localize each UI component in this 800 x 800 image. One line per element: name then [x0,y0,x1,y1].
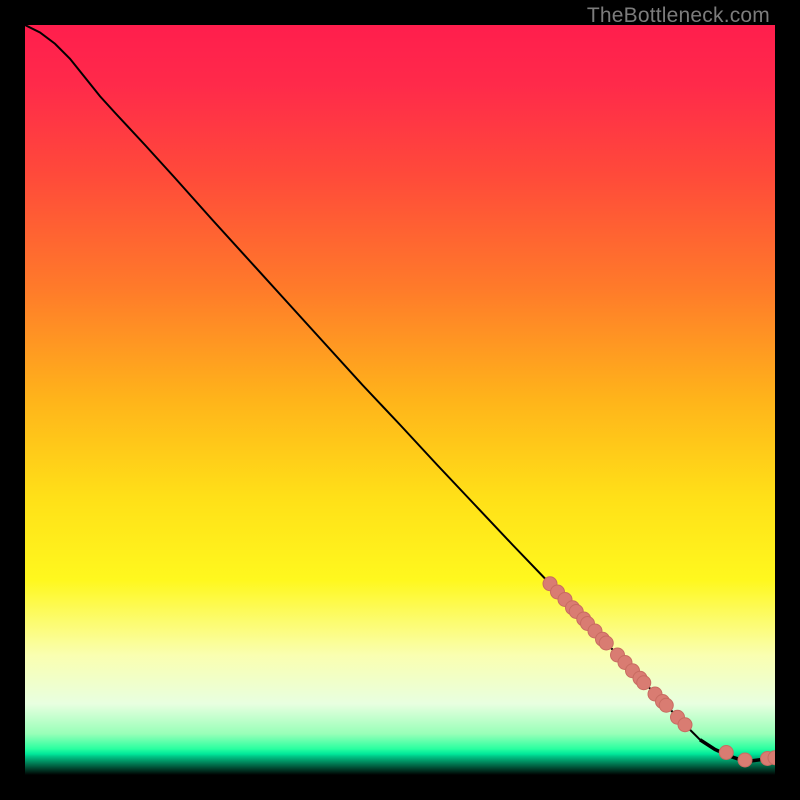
curve-marker [637,676,651,690]
chart-frame [25,25,775,775]
curve-marker [599,636,613,650]
curve-marker [678,718,692,732]
curve-marker [659,698,673,712]
curve-marker [738,753,752,767]
bottleneck-chart [25,25,775,775]
curve-marker [719,746,733,760]
